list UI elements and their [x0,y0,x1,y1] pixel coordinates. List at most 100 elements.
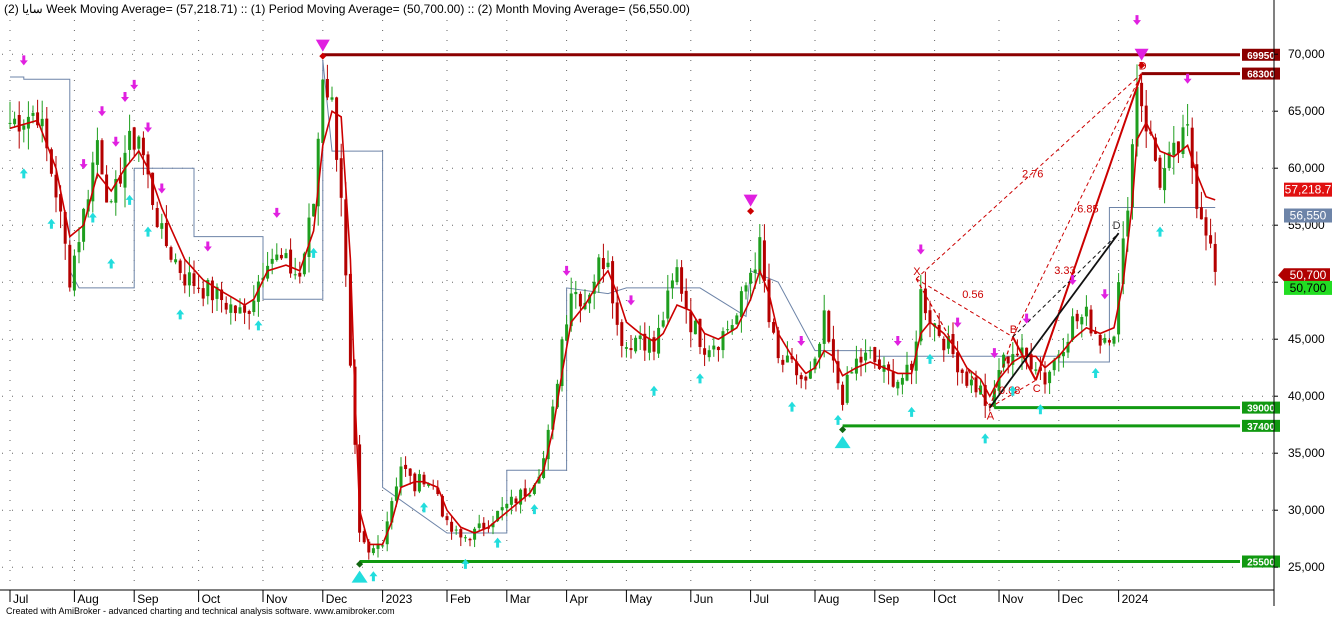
candle-body [638,335,642,340]
harmonic-pattern: XABCDD0.560.683.336.852.76 [913,61,1146,423]
buy-arrow [907,406,916,417]
candle-body [224,302,228,310]
candle-body [1209,235,1213,244]
x-tick-label: Jun [694,592,713,606]
candle-body [703,348,707,355]
candle-body [689,311,693,333]
candle-body [965,371,969,386]
candle-body [247,310,251,314]
sell-arrow [1100,289,1109,300]
candle-body [128,130,132,150]
y-tick-label: 65,000 [1288,104,1325,118]
candle-body [155,207,159,228]
sell-marker [315,39,330,52]
level-label: 68300 [1247,70,1275,81]
candle-body [514,498,518,504]
candle-body [233,305,237,314]
candle-body [675,267,679,283]
candle-body [684,290,688,309]
y-tick-label: 25,000 [1288,560,1325,574]
candle-body [252,300,256,313]
candle-body [574,291,578,295]
candle-body [201,288,205,299]
y-tick-label: 60,000 [1288,161,1325,175]
candle-body [408,468,412,476]
sell-diamond [747,207,755,215]
candle-body [187,272,191,286]
candle-body [1163,168,1167,191]
candle-body [463,537,467,539]
dotted-grid [2,20,1274,590]
candle-body [744,285,748,292]
candle-body [1107,340,1111,343]
x-tick-label: 2023 [386,592,413,606]
buy-arrow [88,212,97,223]
buy-arrow [254,320,263,331]
candle-body [1006,356,1010,364]
buy-arrow [926,353,934,364]
candle-body [528,494,532,497]
footer-credit: Created with AmiBroker - advanced charti… [6,606,395,616]
harmonic-ad2 [989,232,1120,409]
candle-body [753,269,757,274]
symbol-name: سايا [22,2,43,16]
candle-body [721,331,725,351]
candle-body [298,272,302,277]
candlestick-chart: 6995068300390003740025500 XABCDD0.560.68… [0,0,1332,606]
candle-body [845,374,849,403]
candle-body [132,127,136,150]
sell-arrow [1183,73,1192,84]
buy-arrow [650,385,658,396]
candle-body [13,118,17,125]
sell-arrow [130,79,139,90]
candle-body [647,339,651,353]
candle-body [1172,142,1176,156]
x-tick-label: Aug [77,592,98,606]
candle-body [1048,371,1052,384]
candle-body [141,137,145,156]
sell-arrow [157,183,166,194]
candle-body [877,359,881,369]
buy-arrow [47,218,56,229]
candle-body [473,528,477,540]
x-tick-label: Nov [1002,592,1023,606]
buy-arrow [834,414,842,425]
candle-body [229,304,233,313]
buy-arrow [530,504,539,515]
buy-arrow [176,309,185,320]
candle-body [284,253,288,259]
candle-body [238,307,242,314]
candle-body [629,348,633,351]
chart-header: سايا (2) Week Moving Average= (57,218.71… [4,2,690,16]
candle-body [1034,369,1038,371]
candle-body [500,507,504,511]
candle-body [1213,243,1217,272]
x-tick-label: Nov [266,592,287,606]
candle-body [615,302,619,325]
x-tick-label: Oct [938,592,957,606]
candle-body [680,267,684,294]
candle-body [859,356,863,363]
buy-arrow [1156,226,1164,237]
candle-body [509,496,513,505]
buy-arrow [981,433,990,444]
harmonic-point-label: A [987,411,995,423]
buy-arrow [696,373,704,384]
candle-body [822,310,826,344]
candle-body [293,274,297,276]
sell-arrow [627,295,635,306]
sell-arrow [79,159,88,170]
sell-arrow [893,335,902,346]
candle-body [192,273,196,287]
candle-body [450,521,454,532]
candle-body [404,464,408,470]
candle-body [325,78,329,98]
candle-body [739,291,743,318]
y-tick-label: 40,000 [1288,389,1325,403]
buy-arrow [420,502,428,513]
harmonic-point-label: C [1033,383,1041,395]
candle-body [321,79,325,143]
candle-body [243,305,247,313]
candle-body [459,529,463,538]
candle-body [670,280,674,289]
